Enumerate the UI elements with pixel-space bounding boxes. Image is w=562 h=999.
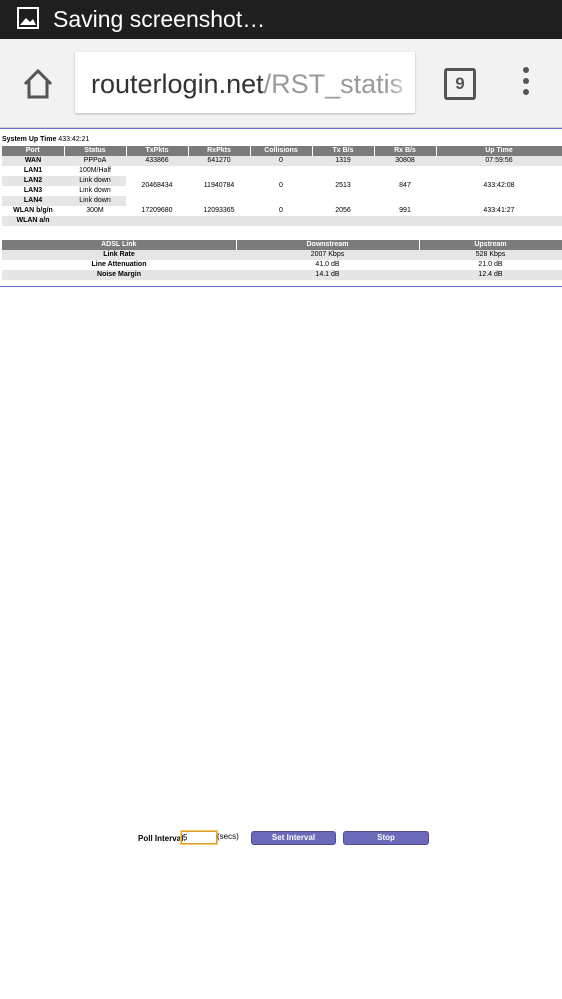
rxpkts-cell: 11940784	[203, 182, 235, 189]
rxbs-cell	[374, 216, 436, 226]
adsl-label-cell: Link Rate	[2, 250, 236, 260]
adsl-link-table: ADSL Link Downstream Upstream Link Rate …	[2, 240, 562, 280]
txbs-cell: 1319	[312, 156, 374, 166]
system-uptime: System Up Time 433:42:21	[2, 135, 562, 145]
txpkts-cell: 433866	[126, 156, 188, 166]
col-header: Rx B/s	[374, 146, 437, 156]
collisions-cell: 0	[279, 182, 283, 189]
uptime-value: 433:42:21	[58, 136, 90, 143]
table-row: LAN1 100M/Half 20468434 11940784 0 2513 …	[2, 166, 562, 189]
txpkts-cell: 17209680	[141, 207, 173, 214]
overflow-menu-icon[interactable]	[521, 67, 531, 99]
tab-switcher-button[interactable]: 9	[444, 68, 476, 100]
port-cell: LAN1	[23, 167, 43, 174]
rxpkts-cell: 641270	[188, 156, 250, 166]
port-statistics-table: Port Status TxPkts RxPkts Collisions Tx …	[2, 146, 562, 226]
upstream-cell: 528 Kbps	[419, 250, 562, 260]
rxpkts-cell	[188, 216, 250, 226]
col-header: Status	[64, 146, 127, 156]
set-interval-button[interactable]: Set Interval	[251, 831, 336, 845]
uptime-cell: 433:41:27	[483, 207, 515, 214]
col-header: TxPkts	[126, 146, 189, 156]
status-cell: Link down	[64, 196, 126, 206]
port-cell: LAN2	[2, 176, 64, 186]
port-cell: WLAN a/n	[2, 216, 64, 226]
port-cell: LAN4	[2, 196, 64, 206]
table-row: Line Attenuation 41.0 dB 21.0 dB	[2, 260, 562, 270]
rxbs-cell: 847	[399, 182, 411, 189]
col-header: Port	[2, 146, 65, 156]
status-cell: PPPoA	[64, 156, 126, 166]
divider	[0, 286, 562, 287]
status-bar: Saving screenshot…	[0, 0, 562, 39]
status-cell: 100M/Half	[79, 167, 111, 174]
uptime-cell: 07:59:56	[436, 156, 562, 166]
stop-button[interactable]: Stop	[343, 831, 429, 845]
col-header: ADSL Link	[2, 240, 237, 250]
table-row: Link Rate 2007 Kbps 528 Kbps	[2, 250, 562, 260]
table-row: WLAN b/g/n 300M 17209680 12093365 0 2056…	[2, 206, 562, 216]
uptime-label: System Up Time	[2, 136, 57, 143]
downstream-cell: 41.0 dB	[315, 261, 340, 268]
router-status-page: System Up Time 433:42:21 Port Status TxP…	[0, 128, 562, 287]
collisions-cell	[250, 216, 312, 226]
table-header-row: ADSL Link Downstream Upstream	[2, 240, 562, 250]
adsl-label-cell: Noise Margin	[2, 270, 236, 280]
home-icon[interactable]	[20, 66, 56, 102]
url-bar[interactable]: routerlogin.net/RST_statis	[75, 52, 415, 113]
downstream-cell: 14.1 dB	[236, 270, 419, 280]
txpkts-cell: 20468434	[141, 182, 173, 189]
table-row: WLAN a/n	[2, 216, 562, 226]
table-row: WAN PPPoA 433866 641270 0 1319 30808 07:…	[2, 156, 562, 166]
downstream-cell: 2007 Kbps	[236, 250, 419, 260]
status-cell: Link down	[64, 176, 126, 186]
url-host: routerlogin.net	[91, 69, 264, 99]
txbs-cell	[312, 216, 374, 226]
upstream-cell: 12.4 dB	[419, 270, 562, 280]
poll-interval-input[interactable]: 5	[181, 831, 217, 844]
url-fade	[389, 52, 415, 113]
status-bar-text: Saving screenshot…	[53, 6, 266, 32]
status-cell: 300M	[86, 207, 104, 214]
browser-toolbar: routerlogin.net/RST_statis 9	[0, 39, 562, 128]
rxbs-cell: 991	[399, 207, 411, 214]
col-header: RxPkts	[188, 146, 251, 156]
col-header: Tx B/s	[312, 146, 375, 156]
txbs-cell: 2056	[335, 207, 351, 214]
uptime-cell	[436, 216, 562, 226]
image-icon	[17, 7, 39, 29]
col-header: Downstream	[236, 240, 420, 250]
col-header: Upstream	[419, 240, 562, 250]
upstream-cell: 21.0 dB	[478, 261, 503, 268]
status-cell	[64, 216, 126, 226]
uptime-cell: 433:42:08	[483, 182, 515, 189]
txbs-cell: 2513	[335, 182, 351, 189]
collisions-cell: 0	[250, 156, 312, 166]
rxpkts-cell: 12093365	[203, 207, 235, 214]
txpkts-cell	[126, 216, 188, 226]
status-cell: Link down	[79, 187, 111, 194]
port-cell: WAN	[2, 156, 64, 166]
adsl-label-cell: Line Attenuation	[91, 261, 147, 268]
url-text: routerlogin.net/RST_statis	[91, 68, 403, 100]
poll-interval-form: Poll Interval: 5 (secs) Set Interval Sto…	[0, 831, 562, 845]
port-cell: LAN3	[23, 187, 43, 194]
url-path: /RST_statis	[263, 69, 404, 99]
col-header: Collisions	[250, 146, 313, 156]
collisions-cell: 0	[279, 207, 283, 214]
port-cell: WLAN b/g/n	[13, 207, 53, 214]
poll-interval-unit: (secs)	[217, 832, 239, 841]
table-row: Noise Margin 14.1 dB 12.4 dB	[2, 270, 562, 280]
table-header-row: Port Status TxPkts RxPkts Collisions Tx …	[2, 146, 562, 156]
col-header: Up Time	[436, 146, 562, 156]
poll-interval-label: Poll Interval:	[138, 834, 186, 843]
rxbs-cell: 30808	[374, 156, 436, 166]
divider	[0, 128, 562, 129]
